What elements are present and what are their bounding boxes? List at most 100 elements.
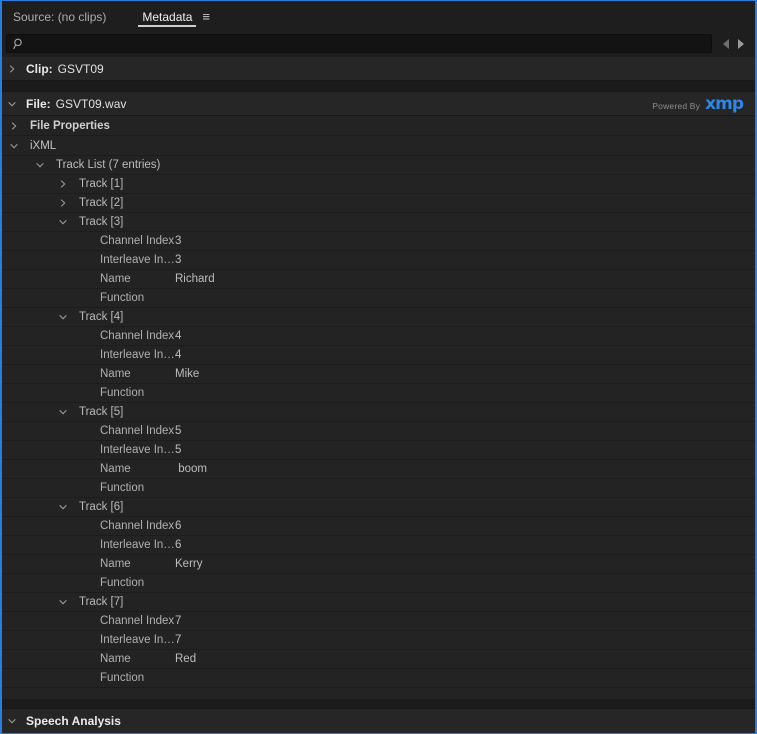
property-label-interleave-index: Interleave In… (100, 539, 175, 551)
chevron-down-icon[interactable] (34, 161, 46, 169)
property-row-channel-index[interactable]: Channel Index 7 (2, 612, 755, 631)
track-header[interactable]: Track [7] (2, 593, 755, 612)
panel-menu-icon[interactable]: ≡ (196, 10, 216, 30)
track-label: Track [4] (79, 311, 124, 323)
chevron-right-icon[interactable] (57, 180, 69, 188)
property-row-function[interactable]: Function (2, 289, 755, 308)
triangle-right-icon[interactable] (738, 38, 744, 49)
track-header[interactable]: Track [4] (2, 308, 755, 327)
property-value-interleave-index[interactable]: 6 (175, 539, 181, 551)
property-value-name[interactable]: Red (175, 653, 196, 665)
property-label-channel-index: Channel Index (100, 235, 175, 247)
property-label-function: Function (100, 387, 145, 399)
property-value-interleave-index[interactable]: 7 (175, 634, 181, 646)
chevron-right-icon[interactable] (8, 121, 20, 130)
chevron-down-icon[interactable] (57, 313, 69, 321)
section-ixml[interactable]: iXML (2, 136, 755, 156)
section-file[interactable]: File: GSVT09.wav Powered By xmp (2, 92, 755, 116)
track-header[interactable]: Track [2] (2, 194, 755, 213)
property-value-channel-index[interactable]: 5 (175, 425, 181, 437)
property-value-name[interactable]: Richard (175, 273, 215, 285)
property-label-interleave-index: Interleave In… (100, 444, 175, 456)
section-file-key: File: (26, 96, 51, 111)
section-divider (2, 81, 755, 92)
property-row-channel-index[interactable]: Channel Index 4 (2, 327, 755, 346)
property-label-name: Name (100, 463, 131, 475)
track-header[interactable]: Track [5] (2, 403, 755, 422)
track-header[interactable]: Track [6] (2, 498, 755, 517)
chevron-down-icon[interactable] (57, 503, 69, 511)
property-value-interleave-index[interactable]: 4 (175, 349, 181, 361)
property-label-interleave-index: Interleave In… (100, 349, 175, 361)
chevron-right-icon[interactable] (6, 64, 18, 73)
property-row-interleave-index[interactable]: Interleave In… 7 (2, 631, 755, 650)
chevron-right-icon[interactable] (57, 199, 69, 207)
property-row-channel-index[interactable]: Channel Index 5 (2, 422, 755, 441)
section-file-properties[interactable]: File Properties (2, 116, 755, 136)
property-row-function[interactable]: Function (2, 574, 755, 593)
section-file-properties-label: File Properties (30, 119, 110, 132)
chevron-down-icon[interactable] (57, 408, 69, 416)
property-label-function: Function (100, 482, 145, 494)
section-speech-analysis[interactable]: Speech Analysis (2, 708, 755, 733)
section-track-list-label: Track List (7 entries) (56, 159, 161, 171)
property-row-function[interactable]: Function (2, 384, 755, 403)
chevron-down-icon[interactable] (8, 142, 20, 150)
chevron-down-icon[interactable] (57, 218, 69, 226)
property-label-channel-index: Channel Index (100, 425, 175, 437)
property-label-name: Name (100, 653, 131, 665)
property-label-function: Function (100, 292, 145, 304)
property-row-function[interactable]: Function (2, 479, 755, 498)
chevron-down-icon[interactable] (57, 598, 69, 606)
property-label-channel-index: Channel Index (100, 615, 175, 627)
chevron-down-icon[interactable] (6, 100, 18, 108)
track-header[interactable]: Track [1] (2, 175, 755, 194)
search-nav-arrows (712, 38, 751, 49)
tab-source[interactable]: Source: (no clips) (2, 11, 116, 30)
property-label-name: Name (100, 558, 131, 570)
track-container: Track [1] Track [2] Track [3] Channel Index… (2, 175, 755, 688)
property-row-channel-index[interactable]: Channel Index 6 (2, 517, 755, 536)
metadata-tree[interactable]: Clip: GSVT09 File: GSVT09.wav Powered By… (2, 57, 755, 699)
property-label-name: Name (100, 368, 131, 380)
triangle-left-icon[interactable] (723, 38, 729, 49)
section-clip-value: GSVT09 (57, 61, 104, 76)
property-label-interleave-index: Interleave In… (100, 254, 175, 266)
property-row-name[interactable]: Name Kerry (2, 555, 755, 574)
property-value-interleave-index[interactable]: 3 (175, 254, 181, 266)
section-file-value: GSVT09.wav (55, 96, 127, 111)
property-value-channel-index[interactable]: 6 (175, 520, 181, 532)
property-value-channel-index[interactable]: 3 (175, 235, 181, 247)
property-row-name[interactable]: Name Mike (2, 365, 755, 384)
xmp-badge: Powered By xmp (652, 95, 755, 112)
track-header[interactable]: Track [3] (2, 213, 755, 232)
section-clip[interactable]: Clip: GSVT09 (2, 57, 755, 81)
tab-metadata[interactable]: Metadata (138, 11, 197, 30)
property-value-channel-index[interactable]: 4 (175, 330, 181, 342)
property-row-name[interactable]: Name boom (2, 460, 755, 479)
search-input[interactable] (25, 35, 711, 52)
property-row-function[interactable]: Function (2, 669, 755, 688)
property-value-name[interactable]: boom (175, 463, 207, 475)
section-track-list[interactable]: Track List (7 entries) (2, 156, 755, 175)
property-value-channel-index[interactable]: 7 (175, 615, 181, 627)
property-row-channel-index[interactable]: Channel Index 3 (2, 232, 755, 251)
property-value-interleave-index[interactable]: 5 (175, 444, 181, 456)
property-value-name[interactable]: Kerry (175, 558, 202, 570)
search-box[interactable] (6, 34, 712, 53)
property-row-interleave-index[interactable]: Interleave In… 3 (2, 251, 755, 270)
section-speech-analysis-label: Speech Analysis (26, 714, 121, 728)
property-label-channel-index: Channel Index (100, 520, 175, 532)
property-row-interleave-index[interactable]: Interleave In… 6 (2, 536, 755, 555)
property-row-interleave-index[interactable]: Interleave In… 5 (2, 441, 755, 460)
property-label-function: Function (100, 577, 145, 589)
property-value-name[interactable]: Mike (175, 368, 199, 380)
chevron-down-icon[interactable] (6, 717, 18, 725)
track-label: Track [1] (79, 178, 124, 190)
section-ixml-label: iXML (30, 139, 57, 152)
property-row-interleave-index[interactable]: Interleave In… 4 (2, 346, 755, 365)
search-row (2, 30, 755, 57)
section-clip-key: Clip: (26, 61, 53, 76)
property-row-name[interactable]: Name Richard (2, 270, 755, 289)
property-row-name[interactable]: Name Red (2, 650, 755, 669)
